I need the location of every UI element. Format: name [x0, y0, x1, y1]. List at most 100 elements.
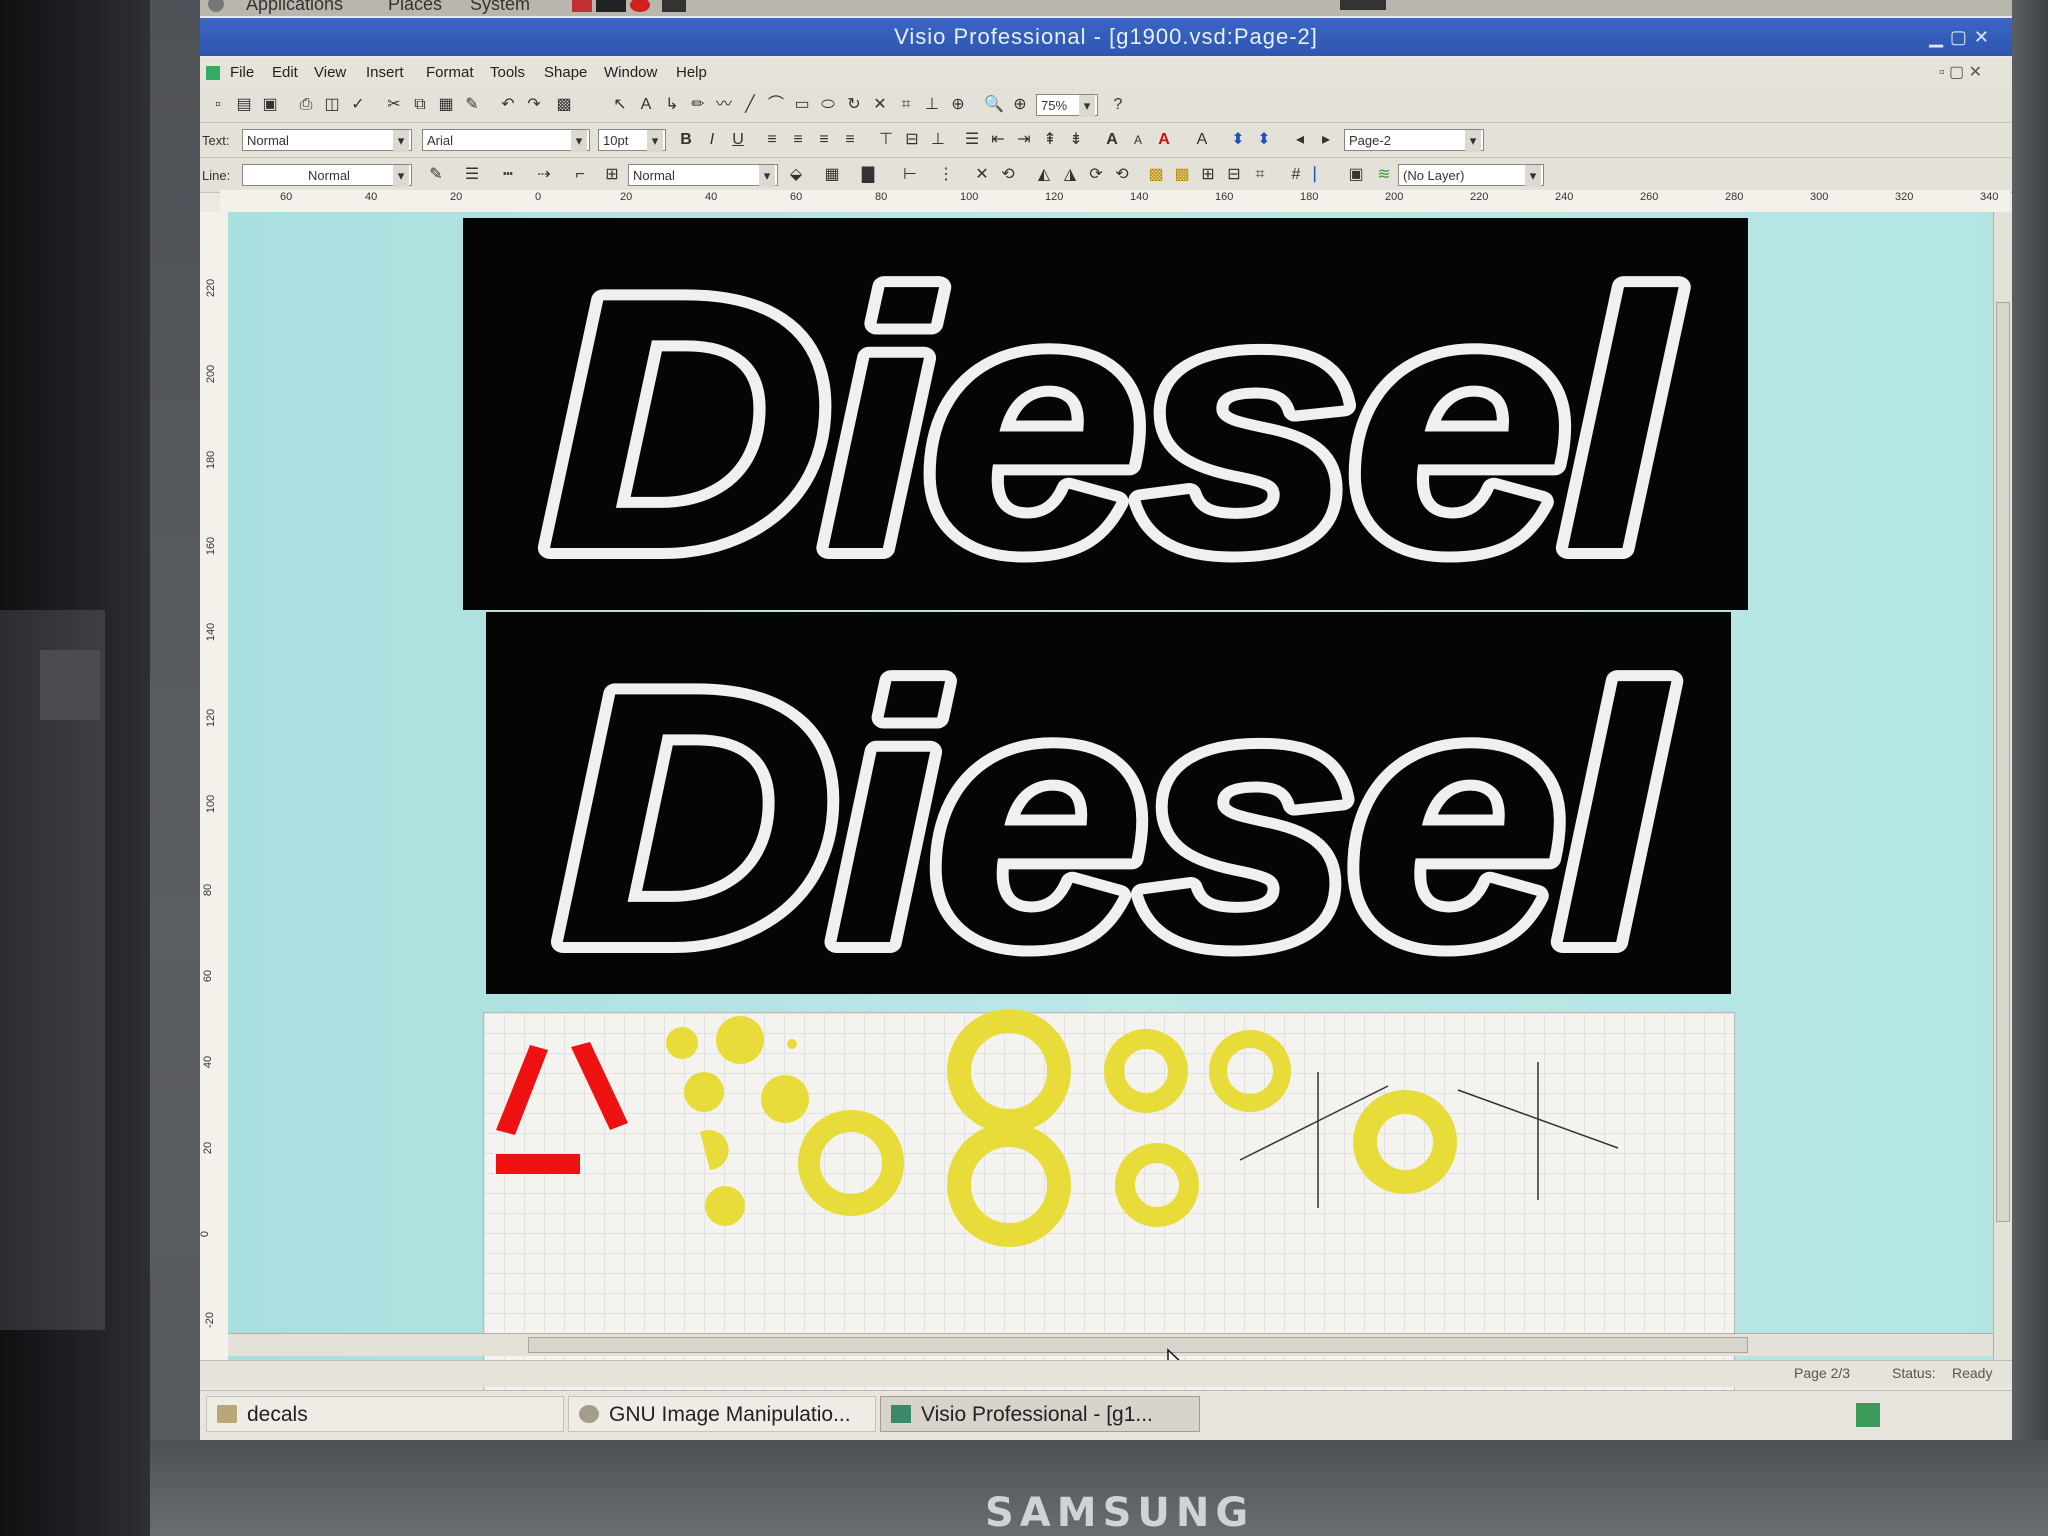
undo-icon[interactable]: ↶	[498, 95, 518, 115]
new-icon[interactable]: ▫	[208, 95, 228, 115]
page-select[interactable]: Page-2	[1344, 129, 1484, 152]
line-style-select[interactable]: Normal	[242, 164, 412, 187]
justify-icon[interactable]: ≡	[840, 130, 860, 150]
text-style-select[interactable]: Normal	[242, 129, 412, 152]
decrease-spacing-icon[interactable]: ⇞	[1040, 130, 1060, 150]
launcher-app-icon[interactable]	[662, 0, 686, 12]
previous-page-icon[interactable]: ◂	[1290, 130, 1310, 150]
zoom-in-icon[interactable]: ⊕	[1010, 95, 1030, 115]
decrease-indent-icon[interactable]: ⇤	[988, 130, 1008, 150]
menu-insert[interactable]: Insert	[366, 64, 404, 81]
horizontal-scrollbar[interactable]	[228, 1333, 1993, 1356]
launcher-icon[interactable]	[572, 0, 592, 12]
zoom-select[interactable]: 75%	[1036, 94, 1098, 117]
task-decals[interactable]: decals	[206, 1396, 564, 1432]
window-controls[interactable]: ▁ ▢ ✕	[1929, 18, 1990, 56]
underline-icon[interactable]: U	[728, 130, 748, 150]
yellow-ring[interactable]	[1115, 1143, 1199, 1227]
save-icon[interactable]: ▣	[260, 95, 280, 115]
font-select[interactable]: Arial	[422, 129, 590, 152]
red-bar-left[interactable]	[496, 1045, 548, 1135]
align-right-icon[interactable]: ≡	[814, 130, 834, 150]
next-page-icon[interactable]: ▸	[1316, 130, 1336, 150]
group-icon[interactable]: ⊞	[1198, 165, 1218, 185]
zoom-out-icon[interactable]: 🔍	[984, 95, 1004, 115]
increase-indent-icon[interactable]: ⇥	[1014, 130, 1034, 150]
text-tool-icon[interactable]: A	[636, 95, 656, 115]
yellow-ring[interactable]	[798, 1110, 904, 1216]
vertical-scrollbar[interactable]	[1993, 212, 2012, 1362]
paste-icon[interactable]: ▦	[436, 95, 456, 115]
task-gimp[interactable]: GNU Image Manipulatio...	[568, 1396, 876, 1432]
rotate-left-icon[interactable]: ⟲	[998, 165, 1018, 185]
line-tool-icon[interactable]: ╱	[740, 95, 760, 115]
increase-spacing-icon[interactable]: ⇟	[1066, 130, 1086, 150]
custom-properties-icon[interactable]: ⌗	[1250, 165, 1270, 185]
send-back-icon[interactable]: ▩	[1172, 165, 1192, 185]
yellow-dot[interactable]	[716, 1016, 764, 1064]
connection-point-icon[interactable]: ✕	[870, 95, 890, 115]
shape-ops2-icon[interactable]: ⬍	[1254, 130, 1274, 150]
font-size-select[interactable]: 10pt	[598, 129, 666, 152]
app-icon[interactable]	[206, 66, 220, 80]
yellow-ring[interactable]	[1353, 1090, 1457, 1194]
horizontal-scroll-thumb[interactable]	[528, 1337, 1748, 1353]
freeform-tool-icon[interactable]: 〰	[714, 95, 734, 115]
snap-icon[interactable]: ▣	[1346, 165, 1366, 185]
task-visio[interactable]: Visio Professional - [g1...	[880, 1396, 1200, 1432]
fill-label-icon[interactable]: ⊞	[602, 165, 622, 185]
yellow-dot[interactable]	[666, 1027, 698, 1059]
shrink-font-icon[interactable]: A	[1128, 130, 1148, 150]
yellow-dot[interactable]	[705, 1186, 745, 1226]
print-preview-icon[interactable]: ◫	[322, 95, 342, 115]
align-middle-icon[interactable]: ⊟	[902, 130, 922, 150]
bullets-icon[interactable]: ☰	[962, 130, 982, 150]
shadow-icon[interactable]: ▇	[858, 165, 878, 185]
print-icon[interactable]: ⎙	[296, 95, 316, 115]
menu-window[interactable]: Window	[604, 64, 657, 81]
window-title-bar[interactable]: Visio Professional - [g1900.vsd:Page-2] …	[200, 18, 2012, 56]
ellipse-tool-icon[interactable]: ⬭	[818, 95, 838, 115]
rotate-tool-icon[interactable]: ↻	[844, 95, 864, 115]
help-icon[interactable]: ?	[1108, 95, 1128, 115]
bold-icon[interactable]: B	[676, 130, 696, 150]
launcher-browser-icon[interactable]	[630, 0, 650, 12]
drawing-canvas[interactable]: Diesel Diesel	[228, 212, 2008, 1399]
yellow-ring-large[interactable]	[947, 1123, 1071, 1247]
yellow-ring[interactable]	[1104, 1029, 1188, 1113]
layers-icon[interactable]: ≋	[1374, 165, 1394, 185]
text-tool2-icon[interactable]: A	[1192, 130, 1212, 150]
grow-font-icon[interactable]: A	[1102, 130, 1122, 150]
rotate-right-icon[interactable]: ⟳	[1086, 165, 1106, 185]
bring-front-icon[interactable]: ▩	[1146, 165, 1166, 185]
distribute-icon[interactable]: ⋮	[936, 165, 956, 185]
guides-icon[interactable]: ⎸	[1312, 165, 1332, 185]
format-painter-icon[interactable]: ✎	[462, 95, 482, 115]
gnome-foot-icon[interactable]	[208, 0, 224, 12]
yellow-partial-dot[interactable]	[700, 1130, 729, 1170]
menu-places[interactable]: Places	[388, 0, 442, 15]
yellow-dot-small[interactable]	[787, 1039, 797, 1049]
menu-system[interactable]: System	[470, 0, 530, 15]
align-shapes-icon[interactable]: ⊢	[900, 165, 920, 185]
menu-tools[interactable]: Tools	[490, 64, 525, 81]
menu-format[interactable]: Format	[426, 64, 474, 81]
corner-rounding-icon[interactable]: ⌐	[570, 165, 590, 185]
pencil-tool-icon[interactable]: ✏	[688, 95, 708, 115]
menu-shape[interactable]: Shape	[544, 64, 587, 81]
yellow-ring-large[interactable]	[947, 1009, 1071, 1133]
diesel-decal-bottom[interactable]: Diesel	[486, 606, 1731, 1030]
menu-applications[interactable]: Applications	[246, 0, 343, 15]
stencil-icon[interactable]: ▩	[554, 95, 574, 115]
open-icon[interactable]: ▤	[234, 95, 254, 115]
line-pattern-icon[interactable]: ┅	[498, 165, 518, 185]
spelling-icon[interactable]: ✓	[348, 95, 368, 115]
flip-vertical-icon[interactable]: ◮	[1060, 165, 1080, 185]
font-color-icon[interactable]: A	[1154, 130, 1174, 150]
shape-ops-icon[interactable]: ⬍	[1228, 130, 1248, 150]
rectangle-tool-icon[interactable]: ▭	[792, 95, 812, 115]
align-center-icon[interactable]: ≡	[788, 130, 808, 150]
diesel-decal-top[interactable]: Diesel	[463, 212, 1748, 636]
connect-icon[interactable]: ✕	[972, 165, 992, 185]
arc-tool-icon[interactable]: ⌒	[766, 95, 786, 115]
